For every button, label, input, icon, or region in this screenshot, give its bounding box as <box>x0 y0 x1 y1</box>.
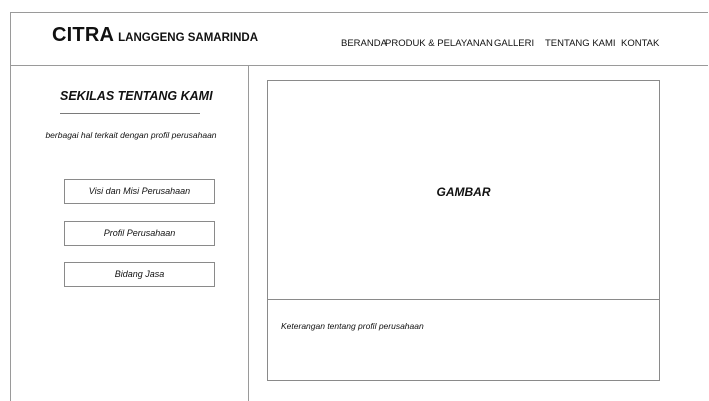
nav-item-produk-pelayanan[interactable]: PRODUK & PELAYANAN <box>385 38 493 49</box>
image-placeholder: GAMBAR <box>267 80 660 300</box>
nav-item-galleri[interactable]: GALLERI <box>494 38 534 49</box>
visi-misi-button[interactable]: Visi dan Misi Perusahaan <box>64 179 215 204</box>
sidebar-divider <box>248 66 249 401</box>
nav-item-beranda[interactable]: BERANDA <box>341 38 387 49</box>
logo-main-text: CITRA <box>52 24 115 46</box>
profil-perusahaan-button[interactable]: Profil Perusahaan <box>64 221 215 246</box>
sidebar-title: SEKILAS TENTANG KAMI <box>60 89 213 103</box>
nav-item-kontak[interactable]: KONTAK <box>621 38 659 49</box>
sidebar-description: berbagai hal terkait dengan profil perus… <box>45 130 217 140</box>
image-caption: Keterangan tentang profil perusahaan <box>281 321 424 331</box>
nav-item-tentang-kami[interactable]: TENTANG KAMI <box>545 38 616 49</box>
bidang-jasa-button[interactable]: Bidang Jasa <box>64 262 215 287</box>
site-logo[interactable]: CITRA LANGGENG SAMARINDA <box>52 24 258 47</box>
logo-sub-text: LANGGENG SAMARINDA <box>118 32 259 44</box>
sidebar-title-underline <box>60 113 200 114</box>
image-placeholder-label: GAMBAR <box>436 185 491 199</box>
